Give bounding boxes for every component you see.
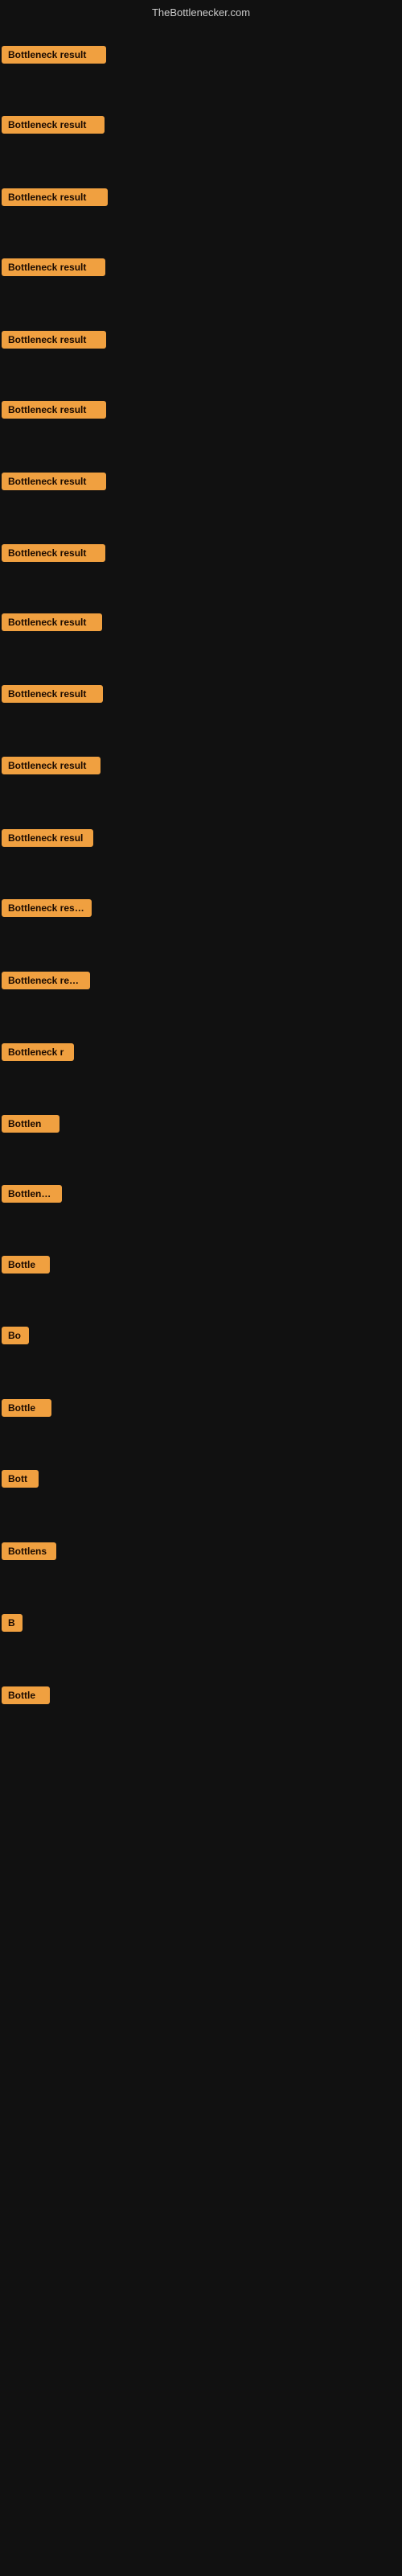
bottleneck-result-row-14: Bottleneck result (2, 972, 90, 993)
bottleneck-badge-14[interactable]: Bottleneck result (2, 972, 90, 989)
bottleneck-result-row-19: Bo (2, 1327, 29, 1348)
bottleneck-result-row-24: Bottle (2, 1686, 50, 1708)
bottleneck-badge-13[interactable]: Bottleneck result (2, 899, 92, 917)
bottleneck-badge-24[interactable]: Bottle (2, 1686, 50, 1704)
bottleneck-badge-8[interactable]: Bottleneck result (2, 544, 105, 562)
bottleneck-badge-19[interactable]: Bo (2, 1327, 29, 1344)
bottleneck-result-row-13: Bottleneck result (2, 899, 92, 921)
bottleneck-badge-22[interactable]: Bottlens (2, 1542, 56, 1560)
bottleneck-result-row-22: Bottlens (2, 1542, 56, 1564)
bottleneck-badge-4[interactable]: Bottleneck result (2, 258, 105, 276)
bottleneck-badge-1[interactable]: Bottleneck result (2, 46, 106, 64)
bottleneck-badge-15[interactable]: Bottleneck r (2, 1043, 74, 1061)
bottleneck-result-row-9: Bottleneck result (2, 613, 102, 635)
bottleneck-badge-21[interactable]: Bott (2, 1470, 39, 1488)
bottleneck-badge-9[interactable]: Bottleneck result (2, 613, 102, 631)
bottleneck-result-row-7: Bottleneck result (2, 473, 106, 494)
bottleneck-result-row-5: Bottleneck result (2, 331, 106, 353)
bottleneck-badge-3[interactable]: Bottleneck result (2, 188, 108, 206)
bottleneck-result-row-16: Bottlen (2, 1115, 59, 1137)
bottleneck-result-row-12: Bottleneck resul (2, 829, 93, 851)
site-header: TheBottlenecker.com (0, 0, 402, 22)
bottleneck-badge-11[interactable]: Bottleneck result (2, 757, 100, 774)
bottleneck-badge-6[interactable]: Bottleneck result (2, 401, 106, 419)
bottleneck-result-row-1: Bottleneck result (2, 46, 106, 68)
bottleneck-result-row-8: Bottleneck result (2, 544, 105, 566)
bottleneck-result-row-21: Bott (2, 1470, 39, 1492)
bottleneck-badge-5[interactable]: Bottleneck result (2, 331, 106, 349)
bottleneck-result-row-11: Bottleneck result (2, 757, 100, 778)
bottleneck-badge-16[interactable]: Bottlen (2, 1115, 59, 1133)
bottleneck-badge-20[interactable]: Bottle (2, 1399, 51, 1417)
bottleneck-result-row-3: Bottleneck result (2, 188, 108, 210)
bottleneck-result-row-10: Bottleneck result (2, 685, 103, 707)
bottleneck-result-row-20: Bottle (2, 1399, 51, 1421)
bottleneck-result-row-18: Bottle (2, 1256, 50, 1278)
bottleneck-badge-12[interactable]: Bottleneck resul (2, 829, 93, 847)
bottleneck-badge-17[interactable]: Bottleneck (2, 1185, 62, 1203)
bottleneck-badge-10[interactable]: Bottleneck result (2, 685, 103, 703)
bottleneck-result-row-6: Bottleneck result (2, 401, 106, 423)
bottleneck-badge-18[interactable]: Bottle (2, 1256, 50, 1274)
bottleneck-badge-7[interactable]: Bottleneck result (2, 473, 106, 490)
bottleneck-result-row-17: Bottleneck (2, 1185, 62, 1207)
bottleneck-result-row-15: Bottleneck r (2, 1043, 74, 1065)
bottleneck-result-row-4: Bottleneck result (2, 258, 105, 280)
bottleneck-result-row-2: Bottleneck result (2, 116, 105, 138)
bottleneck-result-row-23: B (2, 1614, 23, 1636)
bottleneck-badge-2[interactable]: Bottleneck result (2, 116, 105, 134)
bottleneck-badge-23[interactable]: B (2, 1614, 23, 1632)
